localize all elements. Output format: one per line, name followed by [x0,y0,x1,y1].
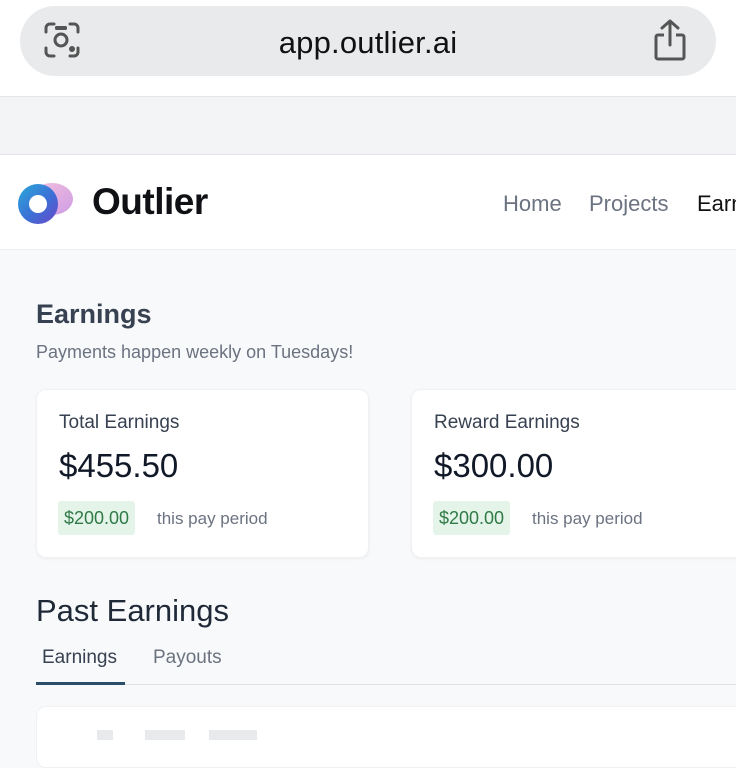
nav-earnings[interactable]: Earn [697,191,736,217]
page-title: Earnings [36,299,152,329]
tab-payouts[interactable]: Payouts [153,647,222,669]
card-label: Reward Earnings [434,412,580,433]
page-subtitle: Payments happen weekly on Tuesdays! [36,342,354,362]
pay-period-badge: $200.00 [58,501,136,535]
pay-period-label: this pay period [157,509,268,528]
outlier-logo-icon[interactable] [16,180,76,226]
address-bar[interactable]: app.outlier.ai [20,6,716,76]
tab-earnings[interactable]: Earnings [42,647,117,669]
earnings-table-card [36,706,736,768]
table-row-cutoff [97,730,257,740]
pay-period-label: this pay period [532,509,643,528]
toolbar-gap [0,97,736,155]
nav-projects[interactable]: Projects [589,191,668,217]
card-value: $455.50 [59,447,179,484]
url-text[interactable]: app.outlier.ai [20,25,716,61]
pay-period-badge: $200.00 [433,501,511,535]
active-tab-indicator [36,682,125,685]
reward-earnings-card: Reward Earnings $300.00 $200.00 this pay… [411,389,736,558]
section-title: Past Earnings [36,593,229,628]
brand-name[interactable]: Outlier [92,181,208,223]
share-icon[interactable] [652,18,688,62]
browser-toolbar: app.outlier.ai [0,0,736,97]
card-value: $300.00 [434,447,554,484]
total-earnings-card: Total Earnings $455.50 $200.00 this pay … [36,389,369,558]
card-label: Total Earnings [59,412,180,433]
nav-home[interactable]: Home [503,191,562,217]
tabs-divider [36,684,736,685]
